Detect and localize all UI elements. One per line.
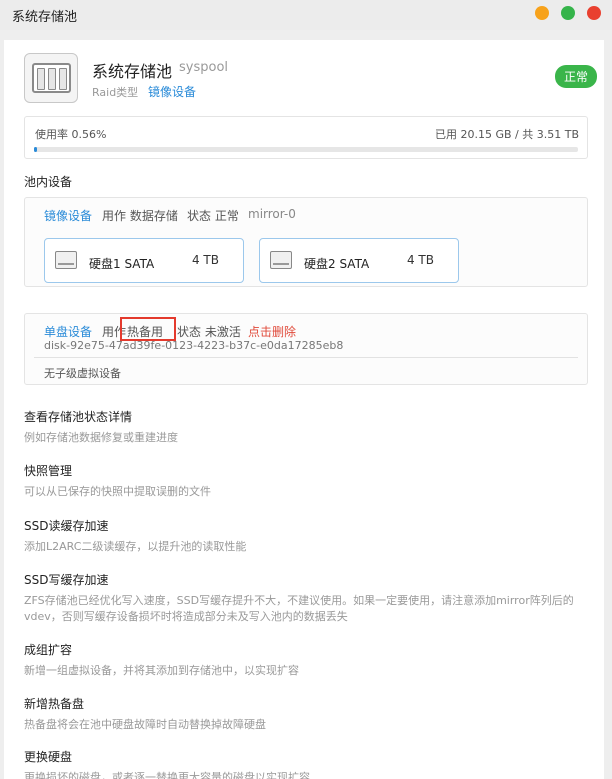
- option-title: 查看存储池状态详情: [24, 410, 133, 424]
- option-desc: 更换损坏的磁盘，或者逐一替换更大容量的磁盘以实现扩容: [24, 771, 310, 779]
- option-group-expand[interactable]: 成组扩容 新增一组虚拟设备，并将其添加到存储池中，以实现扩容: [24, 641, 588, 679]
- highlight-box: [120, 317, 176, 341]
- disk-card[interactable]: 硬盘2 SATA 4 TB: [259, 238, 459, 283]
- option-title: 成组扩容: [24, 643, 73, 657]
- close-button[interactable]: [587, 6, 601, 20]
- disk-name: 硬盘1 SATA: [89, 257, 155, 271]
- usage-box: 使用率 0.56% 已用 20.15 GB / 共 3.51 TB: [24, 116, 588, 159]
- pool-name: 系统存储池: [92, 62, 173, 81]
- option-desc: 可以从已保存的快照中提取误删的文件: [24, 485, 211, 498]
- status-badge: 正常: [555, 65, 598, 88]
- option-desc: 添加L2ARC二级读缓存，以提升池的读取性能: [24, 540, 247, 553]
- option-title: 新增热备盘: [24, 697, 85, 711]
- mirror-device-group: 镜像设备 用作 数据存储 状态 正常 mirror-0 硬盘1 SATA 4 T…: [24, 197, 588, 287]
- mirror-usage: 用作 数据存储: [102, 209, 178, 223]
- storage-pool-icon: [24, 53, 78, 103]
- usage-summary: 已用 20.15 GB / 共 3.51 TB: [434, 128, 579, 141]
- raid-type-value: 镜像设备: [148, 85, 197, 99]
- option-snapshot-management[interactable]: 快照管理 可以从已保存的快照中提取误删的文件: [24, 462, 588, 500]
- mirror-name: mirror-0: [248, 207, 296, 221]
- disk-name: 硬盘2 SATA: [304, 257, 370, 271]
- mirror-status: 状态 正常: [187, 209, 239, 223]
- delete-device-link[interactable]: 点击删除: [248, 323, 296, 340]
- single-device-group: 单盘设备 用作 热备用 状态 未激活 点击删除 disk-92e75-47ad3…: [24, 313, 588, 385]
- divider: [34, 357, 578, 358]
- option-ssd-read-cache[interactable]: SSD读缓存加速 添加L2ARC二级读缓存，以提升池的读取性能: [24, 517, 588, 555]
- window-title: 系统存储池: [12, 10, 78, 25]
- disk-size: 4 TB: [191, 253, 219, 267]
- raid-type-label: Raid类型: [92, 86, 139, 99]
- mirror-type-link[interactable]: 镜像设备: [44, 207, 92, 224]
- single-status: 状态 未激活: [177, 325, 241, 339]
- hard-disk-icon: [55, 251, 77, 269]
- option-pool-status-detail[interactable]: 查看存储池状态详情 例如存储池数据修复或重建进度: [24, 408, 588, 446]
- option-replace-disk[interactable]: 更换硬盘 更换损坏的磁盘，或者逐一替换更大容量的磁盘以实现扩容: [24, 748, 588, 779]
- window-titlebar: 系统存储池: [0, 0, 612, 30]
- disk-identifier: disk-92e75-47ad39fe-0123-4223-b37c-e0da1…: [44, 339, 344, 352]
- pool-id: syspool: [179, 60, 229, 75]
- pool-detail-panel: 系统存储池 syspool Raid类型 镜像设备 正常 使用率 0.56% 已…: [4, 40, 604, 779]
- hard-disk-icon: [270, 251, 292, 269]
- option-add-hot-spare[interactable]: 新增热备盘 热备盘将会在池中硬盘故障时自动替换掉故障硬盘: [24, 695, 588, 733]
- option-desc: 例如存储池数据修复或重建进度: [24, 431, 178, 444]
- minimize-button[interactable]: [535, 6, 549, 20]
- option-desc: 热备盘将会在池中硬盘故障时自动替换掉故障硬盘: [24, 718, 266, 731]
- option-ssd-write-cache[interactable]: SSD写缓存加速 ZFS存储池已经优化写入速度，SSD写缓存提升不大，不建议使用…: [24, 571, 588, 625]
- pool-devices-title: 池内设备: [24, 175, 73, 189]
- no-child-vdev-text: 无子级虚拟设备: [44, 367, 121, 380]
- usage-progress-fill: [34, 147, 38, 152]
- disk-size: 4 TB: [406, 253, 434, 267]
- option-title: 快照管理: [24, 464, 73, 478]
- disk-card[interactable]: 硬盘1 SATA 4 TB: [44, 238, 244, 283]
- option-desc: 新增一组虚拟设备，并将其添加到存储池中，以实现扩容: [24, 664, 299, 677]
- option-title: SSD写缓存加速: [24, 573, 109, 587]
- option-desc: ZFS存储池已经优化写入速度，SSD写缓存提升不大，不建议使用。如果一定要使用，…: [24, 594, 574, 623]
- maximize-button[interactable]: [561, 6, 575, 20]
- usage-rate: 使用率 0.56%: [35, 128, 107, 141]
- option-title: SSD读缓存加速: [24, 519, 109, 533]
- option-title: 更换硬盘: [24, 750, 73, 764]
- usage-progress-bar: [34, 147, 578, 152]
- single-type-link[interactable]: 单盘设备: [44, 323, 92, 340]
